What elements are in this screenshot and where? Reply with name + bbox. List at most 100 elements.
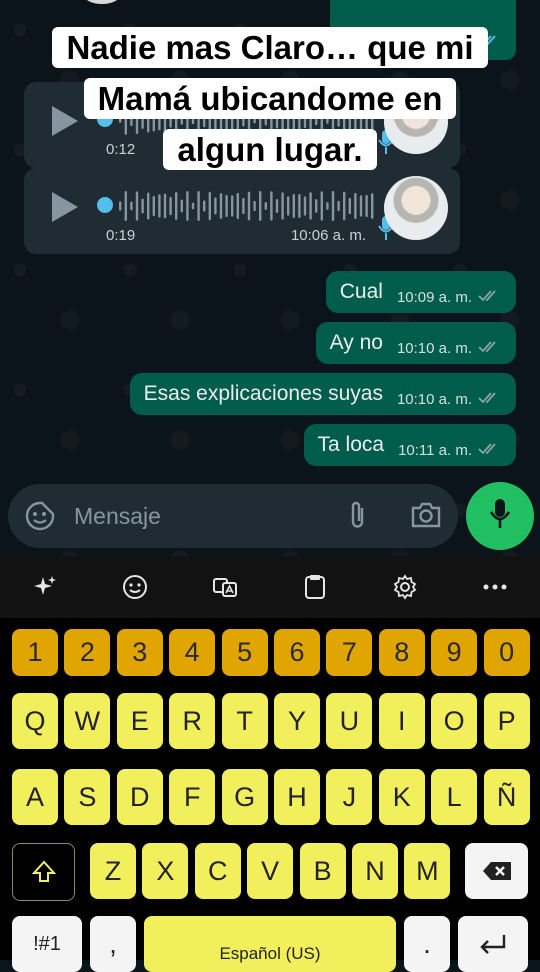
letter-key[interactable]: R xyxy=(169,693,216,749)
number-key[interactable]: 9 xyxy=(431,629,478,676)
letter-key[interactable]: M xyxy=(404,843,451,899)
message-input-bar[interactable]: Mensaje xyxy=(8,484,458,548)
symbols-key[interactable]: !#1 xyxy=(12,916,82,972)
space-key[interactable]: Español (US) xyxy=(144,916,396,972)
backspace-icon xyxy=(482,862,511,880)
letter-key[interactable]: V xyxy=(247,843,294,899)
waveform-bar xyxy=(197,191,200,221)
play-icon[interactable] xyxy=(52,192,78,222)
settings-icon[interactable] xyxy=(385,567,425,607)
waveform-bar xyxy=(354,192,357,220)
waveform-bar xyxy=(130,201,133,211)
sticker-icon[interactable] xyxy=(24,500,56,537)
letter-key[interactable]: Q xyxy=(12,693,58,749)
shift-key[interactable] xyxy=(12,843,75,901)
waveform-bar xyxy=(191,202,195,210)
letter-key[interactable]: N xyxy=(352,843,398,899)
letter-key[interactable]: S xyxy=(64,769,111,825)
letter-key[interactable]: K xyxy=(378,769,425,825)
number-key[interactable]: 1 xyxy=(12,629,58,676)
waveform-bar xyxy=(331,191,335,221)
waveform-bar xyxy=(359,195,363,217)
message-time: 10:11 a. m. xyxy=(398,441,472,459)
waveform xyxy=(119,191,374,221)
letter-key[interactable]: X xyxy=(142,843,189,899)
waveform-bar xyxy=(175,192,178,220)
keyboard-toolbar xyxy=(0,556,540,618)
video-caption: Nadie mas Claro… que mi Mamá ubicandome … xyxy=(0,22,540,175)
waveform-bar xyxy=(203,200,206,212)
letter-key[interactable]: I xyxy=(378,693,425,749)
voice-record-button[interactable] xyxy=(466,482,534,550)
number-key[interactable]: 0 xyxy=(483,629,530,676)
message-bubble[interactable]: Cual 10:09 a. m. xyxy=(325,271,516,313)
number-key[interactable]: 8 xyxy=(378,629,425,676)
attach-icon[interactable] xyxy=(346,500,370,537)
letter-key[interactable]: E xyxy=(116,693,163,749)
letter-key[interactable]: Y xyxy=(274,693,320,749)
waveform-bar xyxy=(309,192,312,220)
message-bubble[interactable]: Esas explicaciones suyas 10:10 a. m. xyxy=(129,373,516,415)
letter-key[interactable]: Z xyxy=(90,843,136,899)
waveform-bar xyxy=(119,201,122,211)
number-key[interactable]: 2 xyxy=(64,629,111,676)
number-key[interactable]: 6 xyxy=(274,629,320,676)
waveform-bar xyxy=(259,191,262,221)
waveform-bar xyxy=(253,200,256,212)
number-key[interactable]: 5 xyxy=(221,629,268,676)
translate-icon[interactable] xyxy=(205,567,245,607)
letter-key[interactable]: C xyxy=(194,843,241,899)
waveform-bar xyxy=(135,191,139,221)
message-input[interactable]: Mensaje xyxy=(74,503,161,530)
emoji-icon[interactable] xyxy=(115,567,155,607)
waveform-bar xyxy=(124,191,127,221)
number-key[interactable]: 3 xyxy=(116,629,163,676)
number-key[interactable]: 4 xyxy=(169,629,216,676)
waveform-bar xyxy=(298,193,301,219)
letter-key[interactable]: J xyxy=(326,769,373,825)
camera-icon[interactable] xyxy=(410,500,442,535)
waveform-bar xyxy=(326,202,329,210)
waveform-bar xyxy=(247,191,251,221)
waveform-bar xyxy=(315,199,318,213)
enter-key[interactable] xyxy=(458,916,528,972)
letter-key[interactable]: W xyxy=(64,693,111,749)
read-ticks-icon xyxy=(478,438,502,462)
playback-position-dot[interactable] xyxy=(97,197,113,213)
read-ticks-icon xyxy=(478,387,502,411)
enter-icon xyxy=(480,935,506,954)
letter-key[interactable]: T xyxy=(221,693,268,749)
letter-key[interactable]: Ñ xyxy=(483,769,530,825)
letter-key[interactable]: D xyxy=(116,769,163,825)
letter-key[interactable]: P xyxy=(483,693,530,749)
caption-line: Mamá ubicandome en xyxy=(83,78,457,119)
waveform-bar xyxy=(236,192,239,220)
letter-key[interactable]: A xyxy=(12,769,58,825)
caption-line: Nadie mas Claro… que mi xyxy=(52,27,488,68)
letter-key[interactable]: F xyxy=(169,769,216,825)
more-options-icon[interactable] xyxy=(475,567,515,607)
number-key[interactable]: 7 xyxy=(326,629,373,676)
avatar[interactable] xyxy=(384,176,448,240)
message-text: Ay no xyxy=(329,331,383,354)
message-bubble[interactable]: Ta loca 10:11 a. m. xyxy=(303,424,516,466)
message-time: 10:10 a. m. xyxy=(396,390,472,408)
letter-key[interactable]: B xyxy=(299,843,346,899)
letter-key[interactable]: O xyxy=(431,693,478,749)
period-key[interactable]: . xyxy=(404,916,450,972)
waveform-bar xyxy=(214,197,217,215)
message-bubble[interactable]: Ay no 10:10 a. m. xyxy=(315,322,516,364)
mic-icon xyxy=(489,498,511,535)
clipboard-icon[interactable] xyxy=(295,567,335,607)
voice-note[interactable]: 0:19 10:06 a. m. xyxy=(24,168,460,254)
waveform-bar xyxy=(343,191,346,221)
ai-sparkle-icon[interactable] xyxy=(25,567,65,607)
letter-key[interactable]: U xyxy=(326,693,373,749)
message-text: Ta loca xyxy=(317,433,385,456)
letter-key[interactable]: H xyxy=(274,769,320,825)
comma-key[interactable]: , xyxy=(90,916,136,972)
letter-key[interactable]: G xyxy=(221,769,268,825)
backspace-key[interactable] xyxy=(465,843,528,899)
letter-key[interactable]: L xyxy=(431,769,478,825)
message-time: 10:10 a. m. xyxy=(396,339,472,357)
